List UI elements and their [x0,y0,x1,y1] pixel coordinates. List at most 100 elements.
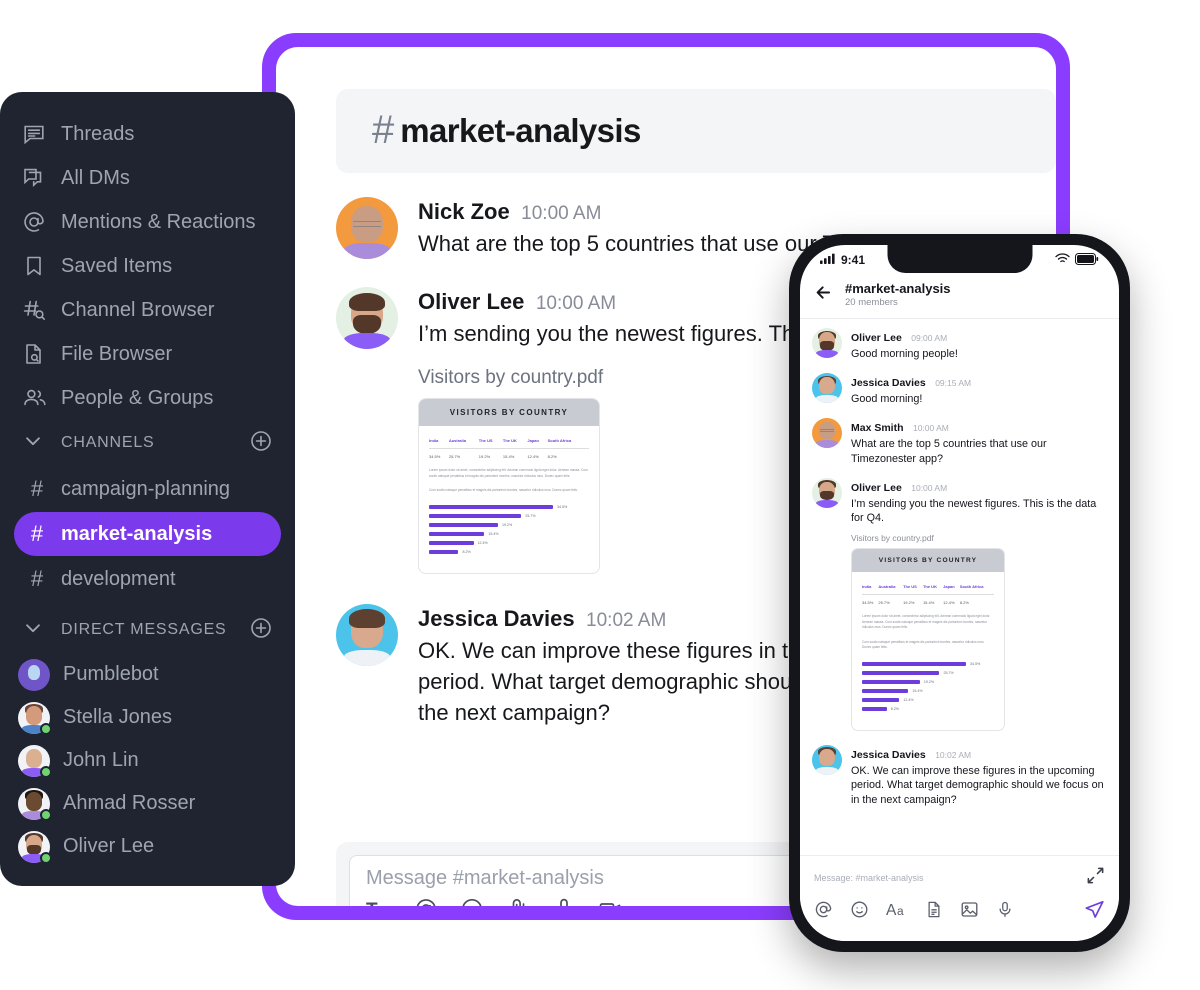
avatar [18,787,52,821]
sidebar-item-label: Saved Items [61,254,173,277]
chevron-down-icon[interactable] [22,430,52,457]
message-timestamp: 10:02 AM [586,609,667,631]
pdf-preview-card[interactable]: VISITORS BY COUNTRY India Australia The … [851,548,1005,731]
avatar [18,658,50,691]
message-item: Oliver Lee 10:00 AM I’m sending you the … [812,477,1107,731]
avatar [18,830,52,864]
table-row: 34.5% 25.7% 19.2% 15.4% 12.4% 8.2% [429,449,589,460]
emoji-icon[interactable] [460,897,484,906]
sidebar-dm-stella-jones[interactable]: Stella Jones [0,696,295,739]
channels-section-header[interactable]: CHANNELS [0,420,295,466]
people-groups-icon [22,386,52,410]
avatar [812,744,842,775]
chevron-down-icon[interactable] [22,617,52,644]
message-author: Jessica Davies [851,748,926,761]
sidebar-item-channel-browser[interactable]: Channel Browser [0,288,295,332]
sidebar-item-people-groups[interactable]: People & Groups [0,376,295,420]
dm-label: Stella Jones [63,706,172,728]
back-arrow-icon[interactable] [814,283,833,307]
channel-label: market-analysis [61,522,213,545]
bar-value-label: 19.2% [923,679,935,684]
add-channel-button[interactable] [249,429,273,458]
direct-messages-section-header[interactable]: DIRECT MESSAGES [0,607,295,653]
bar [429,504,553,510]
microphone-icon[interactable] [996,900,1014,924]
bar-chart: 34.5% 25.7% 19.2% 15.4% 12.4% 8.2% [862,661,994,712]
pdf-preview-card[interactable]: VISITORS BY COUNTRY India Australia The … [418,398,600,574]
table-cell: 15.4% [502,454,515,460]
image-icon[interactable] [960,900,979,924]
bar-value-label: 19.2% [502,523,513,528]
pdf-title: VISITORS BY COUNTRY [852,549,1004,573]
microphone-icon[interactable] [552,897,576,906]
sidebar-dm-oliver-lee[interactable]: Oliver Lee [0,825,295,868]
phone-screen: 9:41 #market-analysis 20 members Oliver … [800,245,1119,941]
bar [862,670,940,676]
bar [862,661,966,667]
bookmark-icon [22,254,52,278]
sidebar-dm-pumblebot[interactable]: Pumblebot [0,653,295,696]
expand-icon[interactable] [1086,866,1105,890]
sidebar-dm-john-lin[interactable]: John Lin [0,739,295,782]
avatar [812,477,842,508]
sidebar: Threads All DMs Mentions & Reactions Sav… [0,92,295,886]
bar [429,522,498,528]
online-status-indicator [40,765,52,778]
mention-icon[interactable] [814,900,833,924]
phone-message-input[interactable]: Message: #market-analysis [814,873,924,883]
table-header-cell: The UK [502,438,528,450]
mentions-icon [22,210,52,234]
pdf-paragraph: Lorem ipsum dolor sit amet, consectetur … [429,468,588,478]
table-cell: 19.2% [478,454,491,460]
dm-label: Pumblebot [63,663,159,685]
svg-text:T: T [366,900,378,906]
bar [862,688,909,694]
bar-value-label: 12.4% [477,541,488,546]
table-cell: 25.7% [878,600,890,606]
emoji-icon[interactable] [850,900,869,924]
message-item: Jessica Davies 09:15 AM Good morning! [812,372,1107,407]
bar-value-label: 8.2% [462,550,471,555]
avatar [336,197,398,259]
text-format-icon[interactable]: Aa [886,900,908,924]
sidebar-item-file-browser[interactable]: File Browser [0,332,295,376]
sidebar-item-saved-items[interactable]: Saved Items [0,244,295,288]
table-header-cell: South Africa [959,584,994,596]
sidebar-channel-campaign-planning[interactable]: # campaign-planning [14,467,281,511]
sidebar-channel-market-analysis[interactable]: # market-analysis [14,512,281,556]
message-author: Oliver Lee [851,332,902,344]
table-header-cell: Japan [527,438,548,450]
table-cell: 34.5% [862,600,874,606]
sidebar-item-threads[interactable]: Threads [0,112,295,156]
phone-message-composer[interactable]: Message: #market-analysis Aa [800,855,1119,941]
bar-value-label: 25.7% [525,514,536,519]
phone-channel-title: #market-analysis [845,281,951,296]
file-browser-icon [22,342,52,366]
hash-icon: # [30,566,44,591]
sidebar-channel-development[interactable]: # development [14,557,281,601]
document-icon[interactable] [925,900,943,924]
table-cell: 8.2% [959,600,969,606]
bar-row: 19.2% [429,522,589,528]
add-direct-message-button[interactable] [249,616,273,645]
svg-text:T: T [379,904,387,906]
table-header-row: India Australia The US The UK Japan Sout… [429,438,589,450]
sidebar-item-mentions[interactable]: Mentions & Reactions [0,200,295,244]
sidebar-dm-ahmad-rosser[interactable]: Ahmad Rosser [0,782,295,825]
avatar [336,287,398,350]
mention-icon[interactable] [414,897,438,906]
table-header-cell: The US [903,584,923,596]
table-row: 34.5% 25.7% 19.2% 15.4% 12.4% 8.2% [862,595,994,606]
bar-row: 34.5% [862,661,994,667]
attachment-icon[interactable] [506,897,530,906]
pdf-data-table: India Australia The US The UK Japan Sout… [429,438,589,459]
table-header-cell: South Africa [547,438,589,450]
attachment-filename[interactable]: Visitors by country.pdf [851,533,1107,543]
channel-label: development [61,567,176,590]
sidebar-item-all-dms[interactable]: All DMs [0,156,295,200]
avatar [812,328,842,358]
text-format-icon[interactable]: TT [366,898,392,906]
send-icon[interactable] [1084,899,1105,925]
video-icon[interactable] [598,897,624,906]
bar-row: 15.4% [862,688,994,694]
